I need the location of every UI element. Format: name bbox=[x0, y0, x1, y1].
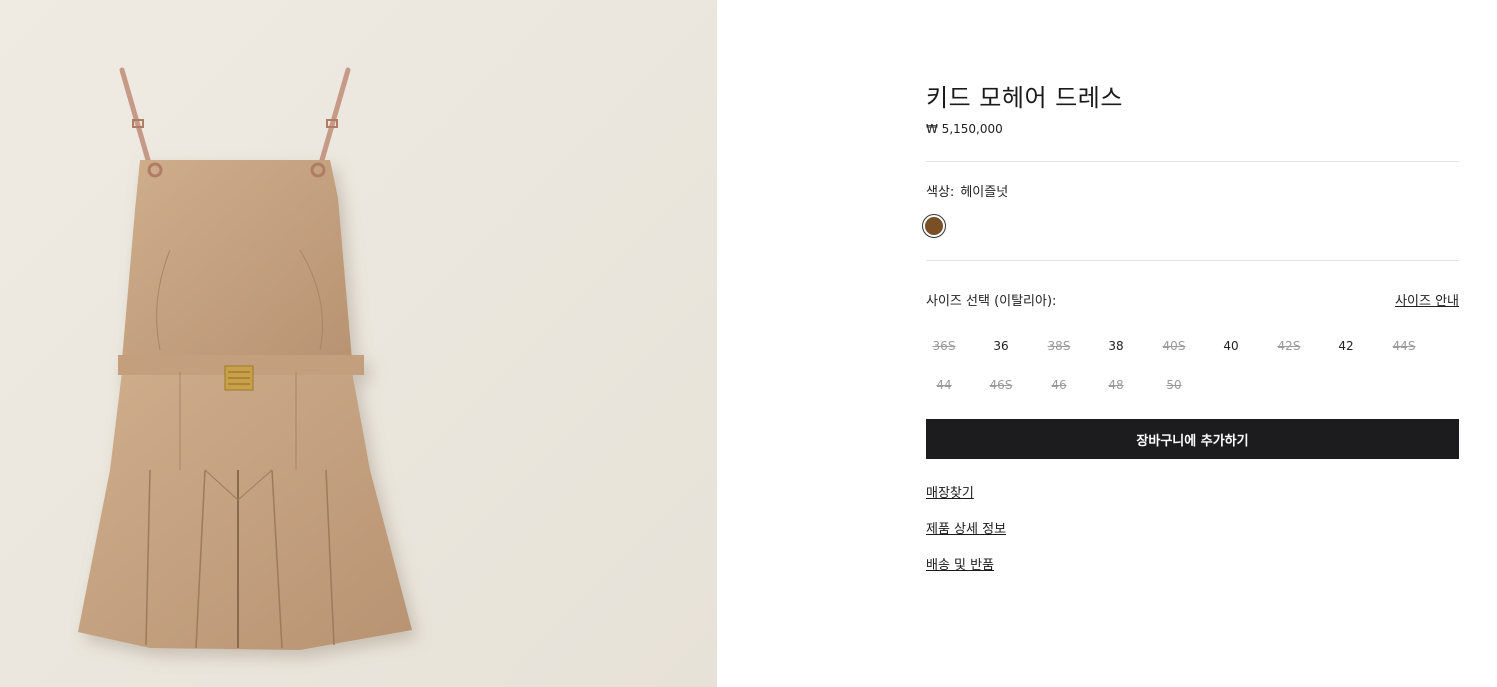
product-info-panel: 키드 모헤어 드레스 ₩ 5,150,000 색상: 헤이즐넛 사이즈 선택 (이… bbox=[922, 80, 1459, 573]
divider bbox=[926, 161, 1459, 162]
product-price: ₩ 5,150,000 bbox=[926, 122, 1003, 136]
size-option-36[interactable]: 36 bbox=[983, 334, 1019, 358]
size-option-50[interactable]: 50 bbox=[1156, 373, 1192, 397]
color-swatch-fill bbox=[925, 217, 943, 235]
size-option-36s[interactable]: 36S bbox=[926, 334, 962, 358]
size-option-42s[interactable]: 42S bbox=[1271, 334, 1307, 358]
divider bbox=[926, 260, 1459, 261]
color-selector: 색상: 헤이즐넛 bbox=[926, 181, 1008, 200]
size-option-42[interactable]: 42 bbox=[1328, 334, 1364, 358]
size-option-46s[interactable]: 46S bbox=[983, 373, 1019, 397]
add-to-cart-button[interactable]: 장바구니에 추가하기 bbox=[926, 419, 1459, 459]
size-label: 사이즈 선택 (이탈리아): bbox=[926, 294, 1057, 309]
size-guide-link[interactable]: 사이즈 안내 bbox=[1395, 290, 1459, 309]
size-option-40[interactable]: 40 bbox=[1213, 334, 1249, 358]
color-swatch-hazelnut[interactable] bbox=[922, 214, 946, 238]
color-label: 색상: bbox=[926, 185, 955, 200]
size-option-46[interactable]: 46 bbox=[1041, 373, 1077, 397]
shipping-returns-link[interactable]: 배송 및 반품 bbox=[926, 556, 1006, 575]
product-title: 키드 모헤어 드레스 bbox=[926, 84, 1123, 112]
store-finder-link[interactable]: 매장찾기 bbox=[926, 484, 1006, 503]
color-value: 헤이즐넛 bbox=[960, 185, 1009, 200]
product-details-link[interactable]: 제품 상세 정보 bbox=[926, 520, 1006, 539]
info-links: 매장찾기 제품 상세 정보 배송 및 반품 bbox=[926, 484, 1006, 592]
size-option-40s[interactable]: 40S bbox=[1156, 334, 1192, 358]
size-option-38[interactable]: 38 bbox=[1098, 334, 1134, 358]
size-header: 사이즈 선택 (이탈리아): 사이즈 안내 bbox=[926, 290, 1459, 309]
dress-illustration bbox=[78, 67, 412, 650]
size-option-48[interactable]: 48 bbox=[1098, 373, 1134, 397]
size-option-44[interactable]: 44 bbox=[926, 373, 962, 397]
size-option-38s[interactable]: 38S bbox=[1041, 334, 1077, 358]
product-image[interactable] bbox=[0, 0, 717, 687]
size-option-44s[interactable]: 44S bbox=[1386, 334, 1422, 358]
